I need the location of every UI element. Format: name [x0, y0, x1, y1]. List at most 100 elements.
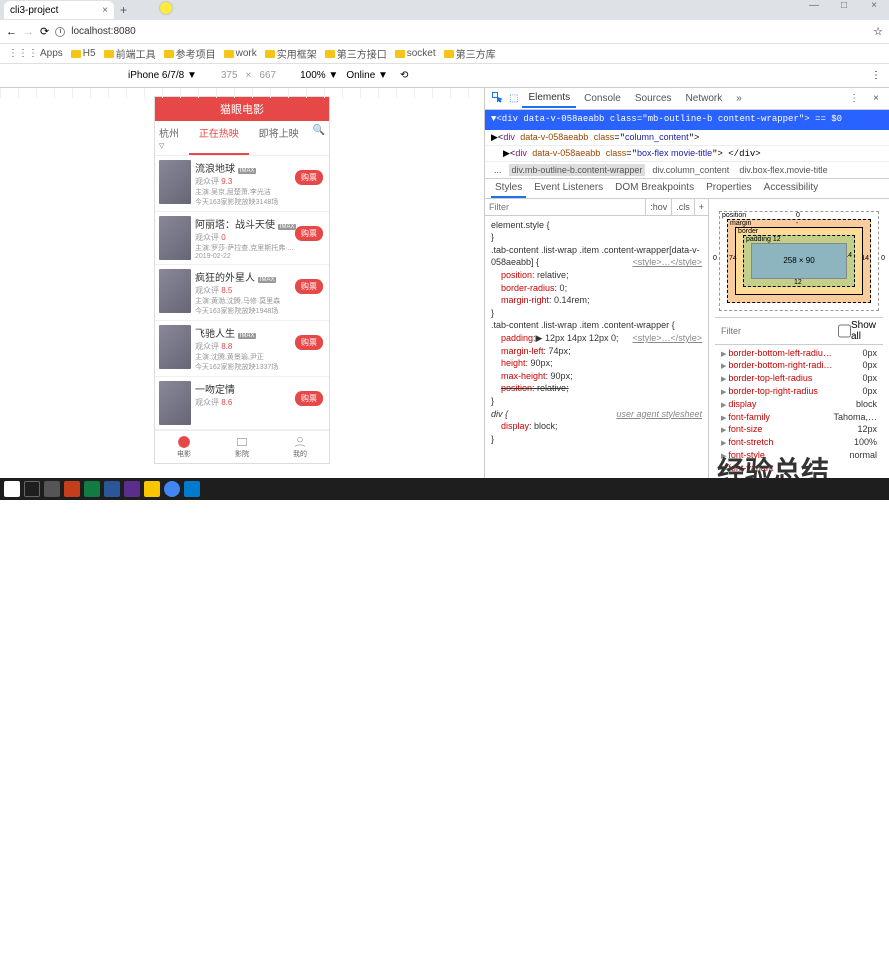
css-rules[interactable]: element.style { } .tab-content .list-wra… — [485, 216, 708, 449]
footer-movies[interactable]: 电影 — [155, 435, 213, 459]
dom-selected[interactable]: ▼<div data-v-058aeabb class="mb-outline-… — [485, 110, 889, 130]
hov-toggle[interactable]: :hov — [645, 199, 671, 215]
movie-poster — [159, 325, 191, 369]
movie-item[interactable]: 阿丽塔：战斗天使 IMAX 观众评 0 主演:罗莎·萨拉查,克里斯托弗·... … — [155, 212, 329, 265]
tab-hot[interactable]: 正在热映 — [189, 121, 249, 155]
tab-network[interactable]: Network — [680, 90, 729, 107]
dom-node[interactable]: ▶<div data-v-058aeabb class="column_cont… — [485, 130, 889, 146]
movie-poster — [159, 381, 191, 425]
dom-node[interactable]: ▶<div data-v-058aeabb class="box-flex mo… — [485, 146, 889, 162]
movie-poster — [159, 216, 191, 260]
task-icon[interactable] — [44, 481, 60, 497]
browser-tab[interactable]: cli3-project× — [4, 1, 114, 19]
computed-prop[interactable]: displayblock — [721, 398, 877, 411]
tab-coming[interactable]: 即将上映 — [249, 121, 309, 155]
computed-prop[interactable]: border-bottom-right-radi…0px — [721, 359, 877, 372]
max-btn[interactable]: □ — [829, 0, 859, 18]
search-icon[interactable]: 🔍 — [309, 121, 329, 155]
device-icon[interactable]: ⬚ — [507, 91, 520, 106]
zoom-select[interactable]: 100% ▼ — [300, 70, 338, 81]
task-word[interactable] — [104, 481, 120, 497]
buy-button[interactable]: 购票 — [295, 226, 323, 241]
buy-button[interactable]: 购票 — [295, 335, 323, 350]
footer-cinema[interactable]: 影院 — [213, 435, 271, 459]
close-btn[interactable]: × — [859, 0, 889, 18]
movie-item[interactable]: 流浪地球 IMAX 观众评 9.3 主演:吴京,屈楚萧,李光洁 今天163家影院… — [155, 156, 329, 212]
tab-elements[interactable]: Elements — [522, 89, 576, 108]
width-input[interactable]: 375 — [221, 70, 238, 81]
tab-dombp[interactable]: DOM Breakpoints — [611, 179, 698, 198]
back-button[interactable]: ← — [6, 26, 17, 38]
bookmark-item[interactable]: 参考项目 — [164, 46, 216, 61]
computed-filter[interactable] — [721, 320, 838, 342]
movie-item[interactable]: 飞驰人生 IMAX 观众评 8.8 主演:沈腾,黄景瑜,尹正 今天162家影院放… — [155, 321, 329, 377]
computed-prop[interactable]: border-top-right-radius0px — [721, 385, 877, 398]
task-ppt[interactable] — [64, 481, 80, 497]
app-title: 猫眼电影 — [155, 97, 329, 121]
devtools-menu[interactable]: ⋮ — [843, 90, 865, 107]
tab-sources[interactable]: Sources — [629, 90, 678, 107]
bookmark-item[interactable]: work — [224, 48, 257, 59]
tab-a11y[interactable]: Accessibility — [760, 179, 822, 198]
task-chrome[interactable] — [164, 481, 180, 497]
forward-button[interactable]: → — [23, 26, 34, 38]
taskbar[interactable]: 2019/2/20 — [0, 478, 889, 500]
breadcrumbs[interactable]: ... div.mb-outline-b.content-wrapper div… — [485, 162, 889, 179]
cls-toggle[interactable]: .cls — [671, 199, 694, 215]
computed-prop[interactable]: font-size12px — [721, 423, 877, 436]
device-select[interactable]: iPhone 6/7/8 ▼ — [128, 70, 197, 81]
bookmark-item[interactable]: 第三方接口 — [325, 46, 387, 61]
showall-check[interactable] — [838, 320, 851, 342]
reload-button[interactable]: ⟳ — [40, 25, 49, 38]
tab-listeners[interactable]: Event Listeners — [530, 179, 607, 198]
movie-poster — [159, 269, 191, 313]
styles-filter[interactable] — [485, 199, 645, 215]
bookmark-item[interactable]: 第三方库 — [444, 46, 496, 61]
computed-prop[interactable]: border-bottom-left-radiu…0px — [721, 347, 877, 360]
star-icon[interactable]: ☆ — [873, 25, 883, 38]
computed-prop[interactable]: border-top-left-radius0px — [721, 372, 877, 385]
box-model: position0 margin- border padding 121214 … — [719, 211, 879, 311]
tab-close-icon[interactable]: × — [102, 5, 108, 16]
add-rule[interactable]: + — [694, 199, 708, 215]
tab-console[interactable]: Console — [578, 90, 627, 107]
devtools-panel: ⬚ Elements Console Sources Network » ⋮ ×… — [484, 88, 889, 492]
throttle-select[interactable]: Online ▼ — [346, 70, 388, 81]
computed-prop[interactable]: font-stretch100% — [721, 436, 877, 449]
bookmark-item[interactable]: H5 — [71, 48, 96, 59]
mobile-app: 猫眼电影 杭州 ▽ 正在热映 即将上映 🔍 流浪地球 IMAX 观众评 9.3 … — [154, 96, 330, 464]
tab-props[interactable]: Properties — [702, 179, 756, 198]
info-icon[interactable]: i — [55, 27, 65, 37]
mobile-viewport: 猫眼电影 杭州 ▽ 正在热映 即将上映 🔍 流浪地球 IMAX 观众评 9.3 … — [0, 88, 484, 492]
new-tab-button[interactable]: + — [120, 3, 127, 17]
min-btn[interactable]: — — [799, 0, 829, 18]
bookmark-item[interactable]: 前端工具 — [104, 46, 156, 61]
task-folder[interactable] — [144, 481, 160, 497]
more-tabs[interactable]: » — [730, 90, 748, 107]
buy-button[interactable]: 购票 — [295, 170, 323, 185]
buy-button[interactable]: 购票 — [295, 391, 323, 406]
address-bar: ← → ⟳ i localhost:8080 ☆ — [0, 20, 889, 44]
task-search[interactable] — [24, 481, 40, 497]
apps-button[interactable]: ⋮⋮⋮ Apps — [8, 48, 63, 59]
movie-item[interactable]: 疯狂的外星人 IMAX 观众评 8.5 主演:黄渤,沈腾,马修·莫里森 今天16… — [155, 265, 329, 321]
device-toolbar: iPhone 6/7/8 ▼ 375 × 667 100% ▼ Online ▼… — [0, 64, 889, 88]
devtools-close[interactable]: × — [867, 90, 885, 107]
rotate-icon[interactable]: ⟲ — [400, 70, 408, 81]
tab-styles[interactable]: Styles — [491, 179, 526, 198]
bookmark-item[interactable]: 实用框架 — [265, 46, 317, 61]
win-start[interactable] — [4, 481, 20, 497]
task-excel[interactable] — [84, 481, 100, 497]
buy-button[interactable]: 购票 — [295, 279, 323, 294]
inspect-icon[interactable] — [489, 89, 505, 108]
height-input[interactable]: 667 — [259, 70, 276, 81]
browser-tabbar: cli3-project× + — [0, 0, 889, 20]
city-select[interactable]: 杭州 ▽ — [155, 121, 189, 155]
footer-me[interactable]: 我的 — [271, 435, 329, 459]
task-vs[interactable] — [124, 481, 140, 497]
movie-item[interactable]: 一吻定情 观众评 8.6 购票 — [155, 377, 329, 430]
computed-prop[interactable]: font-familyTahoma,… — [721, 411, 877, 424]
url-field[interactable]: localhost:8080 — [71, 26, 867, 37]
bookmark-item[interactable]: socket — [395, 48, 436, 59]
task-vscode[interactable] — [184, 481, 200, 497]
